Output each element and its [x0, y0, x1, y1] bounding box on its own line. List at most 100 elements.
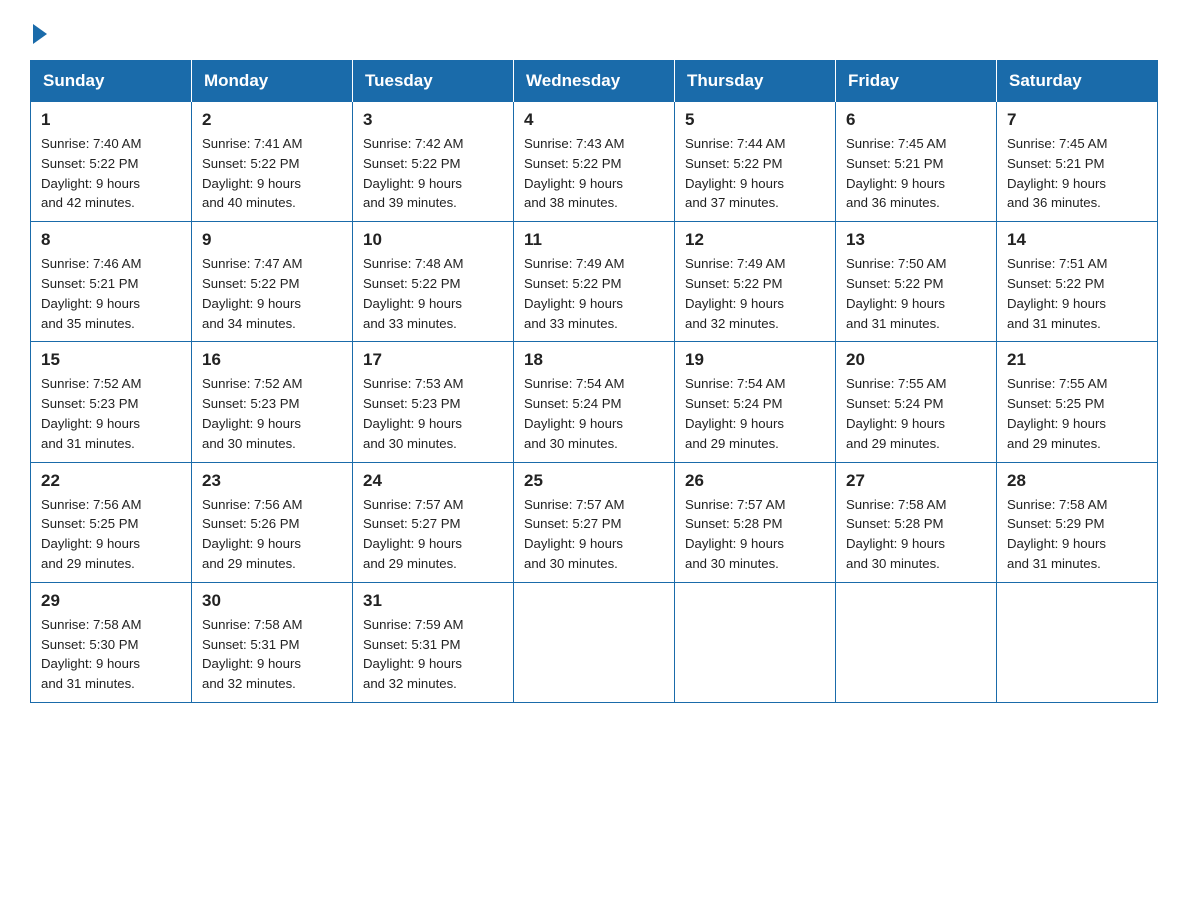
day-number: 14	[1007, 230, 1147, 250]
day-number: 31	[363, 591, 503, 611]
table-row: 5 Sunrise: 7:44 AMSunset: 5:22 PMDayligh…	[675, 102, 836, 222]
table-row: 19 Sunrise: 7:54 AMSunset: 5:24 PMDaylig…	[675, 342, 836, 462]
day-number: 26	[685, 471, 825, 491]
table-row: 7 Sunrise: 7:45 AMSunset: 5:21 PMDayligh…	[997, 102, 1158, 222]
day-info: Sunrise: 7:58 AMSunset: 5:31 PMDaylight:…	[202, 615, 342, 694]
table-row: 2 Sunrise: 7:41 AMSunset: 5:22 PMDayligh…	[192, 102, 353, 222]
calendar-week-row: 8 Sunrise: 7:46 AMSunset: 5:21 PMDayligh…	[31, 222, 1158, 342]
table-row	[997, 582, 1158, 702]
day-number: 23	[202, 471, 342, 491]
day-info: Sunrise: 7:51 AMSunset: 5:22 PMDaylight:…	[1007, 254, 1147, 333]
table-row	[836, 582, 997, 702]
table-row: 24 Sunrise: 7:57 AMSunset: 5:27 PMDaylig…	[353, 462, 514, 582]
table-row: 26 Sunrise: 7:57 AMSunset: 5:28 PMDaylig…	[675, 462, 836, 582]
col-saturday: Saturday	[997, 61, 1158, 102]
day-number: 20	[846, 350, 986, 370]
day-info: Sunrise: 7:50 AMSunset: 5:22 PMDaylight:…	[846, 254, 986, 333]
day-info: Sunrise: 7:57 AMSunset: 5:27 PMDaylight:…	[363, 495, 503, 574]
day-info: Sunrise: 7:41 AMSunset: 5:22 PMDaylight:…	[202, 134, 342, 213]
logo-arrow-icon	[33, 24, 47, 44]
table-row	[675, 582, 836, 702]
day-info: Sunrise: 7:58 AMSunset: 5:30 PMDaylight:…	[41, 615, 181, 694]
col-wednesday: Wednesday	[514, 61, 675, 102]
table-row: 29 Sunrise: 7:58 AMSunset: 5:30 PMDaylig…	[31, 582, 192, 702]
day-number: 22	[41, 471, 181, 491]
table-row: 3 Sunrise: 7:42 AMSunset: 5:22 PMDayligh…	[353, 102, 514, 222]
table-row: 28 Sunrise: 7:58 AMSunset: 5:29 PMDaylig…	[997, 462, 1158, 582]
page-header	[30, 20, 1158, 42]
table-row: 8 Sunrise: 7:46 AMSunset: 5:21 PMDayligh…	[31, 222, 192, 342]
day-info: Sunrise: 7:40 AMSunset: 5:22 PMDaylight:…	[41, 134, 181, 213]
day-info: Sunrise: 7:56 AMSunset: 5:26 PMDaylight:…	[202, 495, 342, 574]
day-number: 1	[41, 110, 181, 130]
table-row: 17 Sunrise: 7:53 AMSunset: 5:23 PMDaylig…	[353, 342, 514, 462]
day-info: Sunrise: 7:48 AMSunset: 5:22 PMDaylight:…	[363, 254, 503, 333]
table-row: 12 Sunrise: 7:49 AMSunset: 5:22 PMDaylig…	[675, 222, 836, 342]
day-number: 11	[524, 230, 664, 250]
day-info: Sunrise: 7:58 AMSunset: 5:29 PMDaylight:…	[1007, 495, 1147, 574]
calendar-week-row: 15 Sunrise: 7:52 AMSunset: 5:23 PMDaylig…	[31, 342, 1158, 462]
day-info: Sunrise: 7:44 AMSunset: 5:22 PMDaylight:…	[685, 134, 825, 213]
day-number: 24	[363, 471, 503, 491]
day-number: 28	[1007, 471, 1147, 491]
table-row: 21 Sunrise: 7:55 AMSunset: 5:25 PMDaylig…	[997, 342, 1158, 462]
day-info: Sunrise: 7:45 AMSunset: 5:21 PMDaylight:…	[1007, 134, 1147, 213]
calendar-header-row: Sunday Monday Tuesday Wednesday Thursday…	[31, 61, 1158, 102]
col-sunday: Sunday	[31, 61, 192, 102]
day-number: 17	[363, 350, 503, 370]
col-friday: Friday	[836, 61, 997, 102]
day-info: Sunrise: 7:52 AMSunset: 5:23 PMDaylight:…	[41, 374, 181, 453]
logo	[30, 20, 47, 42]
day-number: 15	[41, 350, 181, 370]
day-number: 25	[524, 471, 664, 491]
table-row: 10 Sunrise: 7:48 AMSunset: 5:22 PMDaylig…	[353, 222, 514, 342]
day-number: 6	[846, 110, 986, 130]
day-number: 30	[202, 591, 342, 611]
day-number: 18	[524, 350, 664, 370]
table-row: 30 Sunrise: 7:58 AMSunset: 5:31 PMDaylig…	[192, 582, 353, 702]
day-info: Sunrise: 7:55 AMSunset: 5:25 PMDaylight:…	[1007, 374, 1147, 453]
table-row: 13 Sunrise: 7:50 AMSunset: 5:22 PMDaylig…	[836, 222, 997, 342]
col-thursday: Thursday	[675, 61, 836, 102]
table-row: 22 Sunrise: 7:56 AMSunset: 5:25 PMDaylig…	[31, 462, 192, 582]
day-info: Sunrise: 7:42 AMSunset: 5:22 PMDaylight:…	[363, 134, 503, 213]
day-info: Sunrise: 7:49 AMSunset: 5:22 PMDaylight:…	[685, 254, 825, 333]
calendar-week-row: 29 Sunrise: 7:58 AMSunset: 5:30 PMDaylig…	[31, 582, 1158, 702]
table-row: 16 Sunrise: 7:52 AMSunset: 5:23 PMDaylig…	[192, 342, 353, 462]
table-row: 31 Sunrise: 7:59 AMSunset: 5:31 PMDaylig…	[353, 582, 514, 702]
day-number: 29	[41, 591, 181, 611]
day-number: 4	[524, 110, 664, 130]
day-info: Sunrise: 7:45 AMSunset: 5:21 PMDaylight:…	[846, 134, 986, 213]
table-row: 20 Sunrise: 7:55 AMSunset: 5:24 PMDaylig…	[836, 342, 997, 462]
day-info: Sunrise: 7:46 AMSunset: 5:21 PMDaylight:…	[41, 254, 181, 333]
table-row: 15 Sunrise: 7:52 AMSunset: 5:23 PMDaylig…	[31, 342, 192, 462]
table-row	[514, 582, 675, 702]
day-info: Sunrise: 7:56 AMSunset: 5:25 PMDaylight:…	[41, 495, 181, 574]
day-info: Sunrise: 7:55 AMSunset: 5:24 PMDaylight:…	[846, 374, 986, 453]
table-row: 9 Sunrise: 7:47 AMSunset: 5:22 PMDayligh…	[192, 222, 353, 342]
table-row: 23 Sunrise: 7:56 AMSunset: 5:26 PMDaylig…	[192, 462, 353, 582]
day-info: Sunrise: 7:57 AMSunset: 5:27 PMDaylight:…	[524, 495, 664, 574]
day-info: Sunrise: 7:53 AMSunset: 5:23 PMDaylight:…	[363, 374, 503, 453]
table-row: 4 Sunrise: 7:43 AMSunset: 5:22 PMDayligh…	[514, 102, 675, 222]
day-number: 2	[202, 110, 342, 130]
day-info: Sunrise: 7:58 AMSunset: 5:28 PMDaylight:…	[846, 495, 986, 574]
day-number: 3	[363, 110, 503, 130]
day-info: Sunrise: 7:43 AMSunset: 5:22 PMDaylight:…	[524, 134, 664, 213]
day-number: 7	[1007, 110, 1147, 130]
day-info: Sunrise: 7:59 AMSunset: 5:31 PMDaylight:…	[363, 615, 503, 694]
col-tuesday: Tuesday	[353, 61, 514, 102]
table-row: 14 Sunrise: 7:51 AMSunset: 5:22 PMDaylig…	[997, 222, 1158, 342]
col-monday: Monday	[192, 61, 353, 102]
table-row: 11 Sunrise: 7:49 AMSunset: 5:22 PMDaylig…	[514, 222, 675, 342]
day-number: 21	[1007, 350, 1147, 370]
day-number: 5	[685, 110, 825, 130]
table-row: 25 Sunrise: 7:57 AMSunset: 5:27 PMDaylig…	[514, 462, 675, 582]
table-row: 18 Sunrise: 7:54 AMSunset: 5:24 PMDaylig…	[514, 342, 675, 462]
day-info: Sunrise: 7:52 AMSunset: 5:23 PMDaylight:…	[202, 374, 342, 453]
day-info: Sunrise: 7:54 AMSunset: 5:24 PMDaylight:…	[685, 374, 825, 453]
calendar-table: Sunday Monday Tuesday Wednesday Thursday…	[30, 60, 1158, 703]
day-number: 16	[202, 350, 342, 370]
day-info: Sunrise: 7:49 AMSunset: 5:22 PMDaylight:…	[524, 254, 664, 333]
day-info: Sunrise: 7:57 AMSunset: 5:28 PMDaylight:…	[685, 495, 825, 574]
